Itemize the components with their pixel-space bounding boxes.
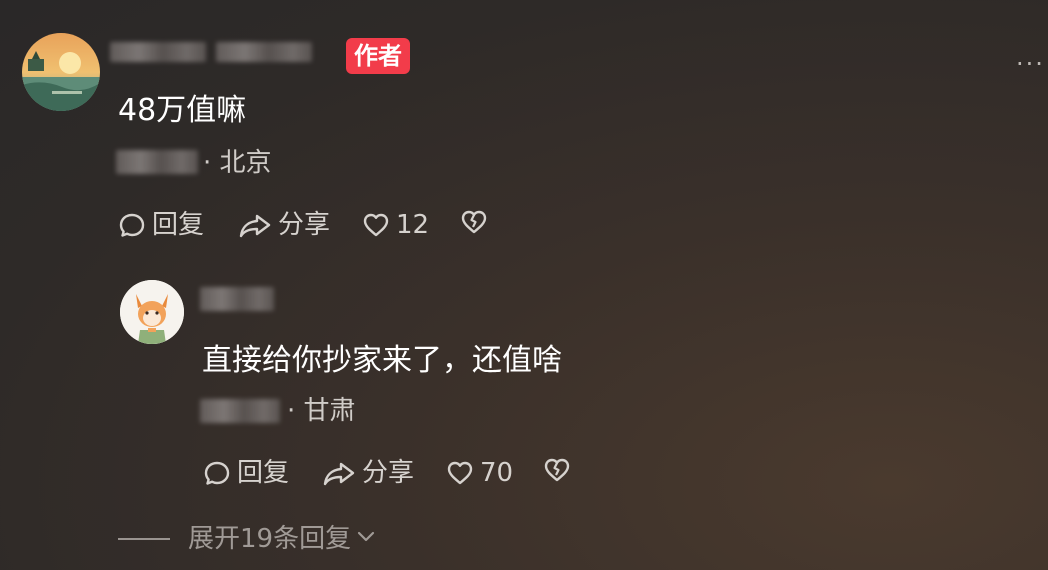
reply-like-button[interactable]: 70 bbox=[446, 456, 513, 490]
reply-share-label: 分享 bbox=[362, 458, 415, 488]
author-name-blurred[interactable] bbox=[110, 42, 206, 62]
reply-text: 直接给你抄家来了，还值啥 bbox=[202, 343, 562, 378]
reply-share-button[interactable]: 分享 bbox=[322, 456, 414, 490]
reply-author-name-blurred[interactable] bbox=[200, 287, 274, 311]
comment-bubble-icon bbox=[203, 459, 231, 487]
reply-dislike-button[interactable] bbox=[543, 456, 571, 484]
author-name-blurred-2[interactable] bbox=[216, 42, 312, 62]
reply-avatar[interactable] bbox=[120, 280, 184, 344]
reply-time-blurred bbox=[200, 399, 280, 423]
comment-like-button[interactable]: 12 bbox=[362, 208, 429, 242]
reply-reply-label: 回复 bbox=[237, 458, 290, 488]
reply-location: · 甘肃 bbox=[287, 396, 356, 426]
comment-like-count: 12 bbox=[396, 210, 430, 240]
expand-divider bbox=[118, 538, 170, 540]
comment-text: 48万值嘛 bbox=[118, 93, 247, 128]
comment-share-label: 分享 bbox=[278, 210, 331, 240]
broken-heart-icon bbox=[543, 456, 571, 484]
expand-replies-button[interactable]: 展开19条回复 bbox=[188, 522, 377, 556]
heart-icon bbox=[362, 211, 390, 239]
share-arrow-icon bbox=[238, 211, 272, 239]
comment-share-button[interactable]: 分享 bbox=[238, 208, 330, 242]
comment-dislike-button[interactable] bbox=[460, 208, 488, 236]
chevron-down-icon bbox=[355, 522, 377, 556]
comment-bubble-icon bbox=[118, 211, 146, 239]
reply-like-count: 70 bbox=[480, 458, 514, 488]
comment-time-blurred bbox=[116, 150, 198, 174]
comment-reply-button[interactable]: 回复 bbox=[118, 208, 204, 242]
comment-reply-label: 回复 bbox=[152, 210, 205, 240]
more-icon[interactable]: ··· bbox=[1016, 50, 1045, 78]
author-avatar[interactable] bbox=[22, 33, 100, 111]
broken-heart-icon bbox=[460, 208, 488, 236]
share-arrow-icon bbox=[322, 459, 356, 487]
expand-replies-label: 展开19条回复 bbox=[188, 524, 352, 554]
heart-icon bbox=[446, 459, 474, 487]
reply-reply-button[interactable]: 回复 bbox=[203, 456, 289, 490]
author-badge: 作者 bbox=[346, 38, 410, 74]
comment-location: · 北京 bbox=[203, 148, 272, 178]
